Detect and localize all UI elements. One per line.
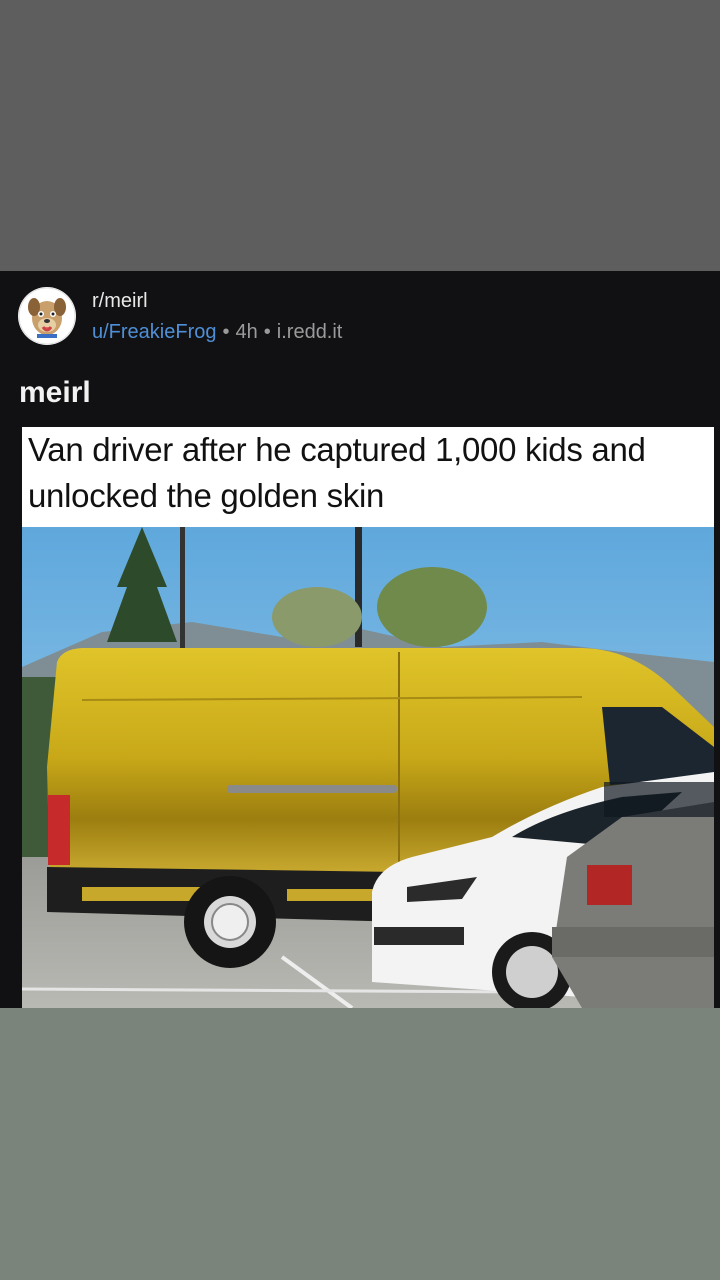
subreddit-avatar-icon[interactable] bbox=[18, 287, 76, 345]
caption-line-2: unlocked the golden skin bbox=[28, 477, 385, 514]
post-age: 4h bbox=[235, 321, 258, 343]
subreddit-name[interactable]: r/meirl bbox=[92, 289, 342, 313]
separator-dot: • bbox=[222, 321, 230, 343]
bottom-backdrop bbox=[0, 1008, 720, 1280]
author-username[interactable]: u/FreakieFrog bbox=[92, 321, 217, 343]
separator-dot: • bbox=[263, 321, 271, 343]
golden-van-photo bbox=[22, 527, 714, 1008]
meme-caption: Van driver after he captured 1,000 kids … bbox=[28, 427, 714, 519]
caption-line-1: Van driver after he captured 1,000 kids … bbox=[28, 431, 646, 468]
post-meta: r/meirl u/FreakieFrog • 4h • i.redd.it bbox=[92, 289, 342, 345]
reddit-post-card[interactable]: r/meirl u/FreakieFrog • 4h • i.redd.it meirl… bbox=[0, 271, 720, 1008]
post-header: r/meirl u/FreakieFrog • 4h • i.redd.it bbox=[18, 287, 698, 347]
post-title[interactable]: meirl bbox=[19, 375, 91, 411]
post-byline: u/FreakieFrog • 4h • i.redd.it bbox=[92, 319, 342, 345]
post-image[interactable]: Van driver after he captured 1,000 kids … bbox=[22, 427, 714, 1008]
post-domain[interactable]: i.redd.it bbox=[277, 321, 343, 343]
top-backdrop bbox=[0, 0, 720, 271]
